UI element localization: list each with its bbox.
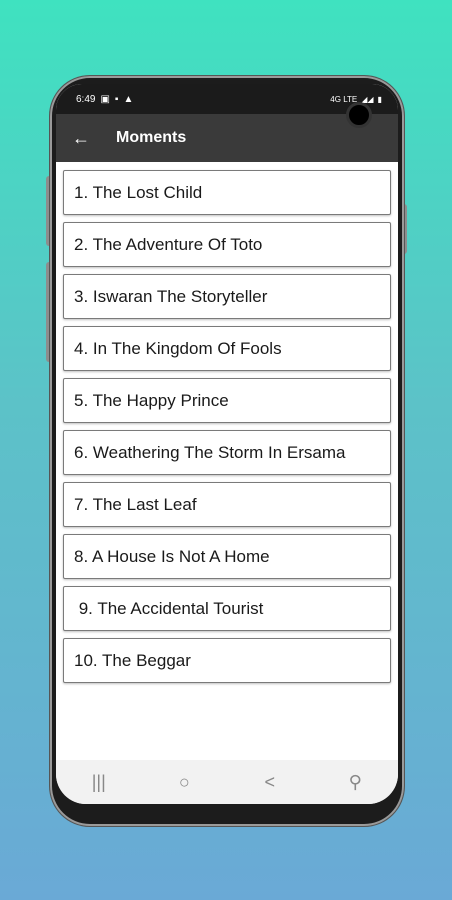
front-camera <box>346 102 372 128</box>
list-item[interactable]: 6. Weathering The Storm In Ersama <box>63 430 391 475</box>
home-icon[interactable]: ○ <box>164 772 204 793</box>
accessibility-icon[interactable]: ⚲ <box>335 772 375 793</box>
arrow-left-icon[interactable]: ← <box>72 128 100 149</box>
list-item[interactable]: 9. The Accidental Tourist <box>63 586 391 631</box>
navigation-bar: ||| ○ < ⚲ <box>56 760 398 804</box>
list-item[interactable]: 2. The Adventure Of Toto <box>63 222 391 267</box>
list-item[interactable]: 7. The Last Leaf <box>63 482 391 527</box>
phone-screen: 6:49 ▣ ▪ ▲ 4G LTE ◢◢ ▮ ← Moments 1. The … <box>56 84 398 804</box>
list-item[interactable]: 4. In The Kingdom Of Fools <box>63 326 391 371</box>
list-item[interactable]: 10. The Beggar <box>63 638 391 683</box>
list-item[interactable]: 1. The Lost Child <box>63 170 391 215</box>
dot-icon: ▪ <box>114 93 119 105</box>
list-item[interactable]: 3. Iswaran The Storyteller <box>63 274 391 319</box>
list-item[interactable]: 8. A House Is Not A Home <box>63 534 391 579</box>
image-icon: ▣ <box>100 93 110 105</box>
back-icon[interactable]: < <box>250 772 290 793</box>
battery-icon: ▮ <box>377 94 382 104</box>
chapter-list: 1. The Lost Child 2. The Adventure Of To… <box>56 162 398 683</box>
page-title: Moments <box>116 129 187 146</box>
clock: 6:49 <box>76 93 96 105</box>
warning-icon: ▲ <box>123 93 134 105</box>
recents-icon[interactable]: ||| <box>79 772 119 793</box>
list-item[interactable]: 5. The Happy Prince <box>63 378 391 423</box>
